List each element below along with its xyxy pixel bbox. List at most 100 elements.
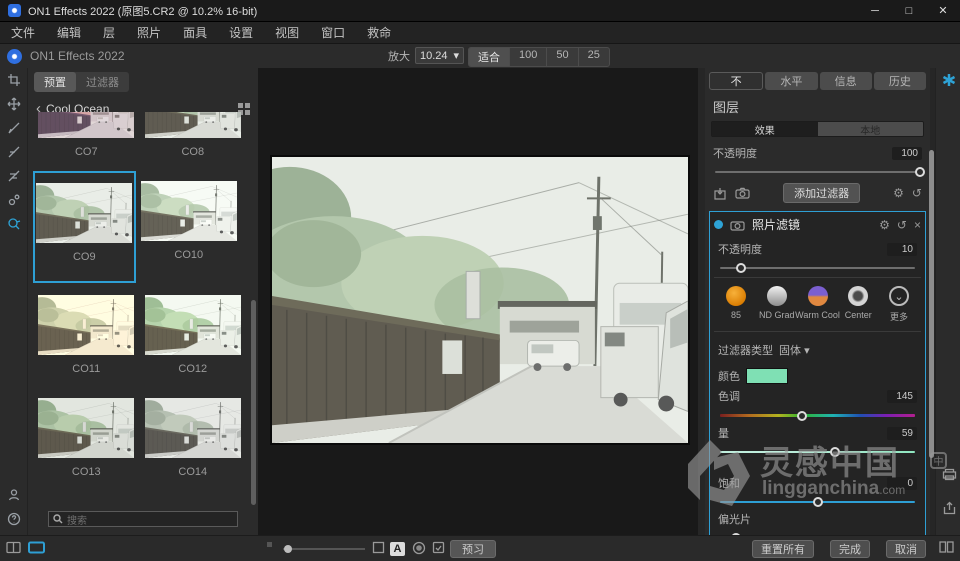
thumb-size-small-icon xyxy=(266,541,273,548)
preset-thumbnail[interactable]: CO13 xyxy=(33,397,140,489)
menu-edit[interactable]: 编辑 xyxy=(46,22,92,44)
filter-opacity-slider[interactable] xyxy=(720,263,915,273)
minimize-button[interactable]: ─ xyxy=(858,0,892,22)
reset-all-button[interactable]: 重置所有 xyxy=(752,540,814,558)
filter-opacity-value[interactable]: 10 xyxy=(887,242,917,256)
brush-tool[interactable] xyxy=(0,116,28,140)
done-button[interactable]: 完成 xyxy=(830,540,870,558)
help-icon[interactable] xyxy=(0,507,28,531)
print-icon[interactable] xyxy=(941,466,957,482)
close-icon[interactable]: × xyxy=(914,219,921,231)
zoom-25-button[interactable]: 25 xyxy=(579,48,609,66)
zoom-presets: 适合 100 50 25 xyxy=(468,47,610,67)
preset-85[interactable]: 85 xyxy=(716,286,756,323)
preset-thumbnail[interactable]: CO12 xyxy=(140,294,247,386)
saturation-slider[interactable] xyxy=(720,497,915,507)
app-header: ON1 Effects 2022 放大 10.24 ▾ 适合 100 50 25 xyxy=(0,44,960,68)
preset-more[interactable]: ⌄ 更多 xyxy=(879,286,919,323)
menu-file[interactable]: 文件 xyxy=(0,22,46,44)
menu-mask[interactable]: 面具 xyxy=(172,22,218,44)
tab-history[interactable]: 历史 xyxy=(873,72,926,90)
menu-settings[interactable]: 设置 xyxy=(218,22,264,44)
tab-levels[interactable]: 水平 xyxy=(765,72,818,90)
undo-icon[interactable]: ↺ xyxy=(912,187,922,199)
left-panel-scrollbar[interactable] xyxy=(251,300,256,505)
zoom-50-button[interactable]: 50 xyxy=(547,48,579,66)
preset-thumbnail[interactable]: CO10 xyxy=(136,181,243,282)
export-icon[interactable] xyxy=(941,500,957,516)
annotation-toggle-icon[interactable]: A xyxy=(390,542,405,556)
filter-type-select[interactable]: 固体 ▾ xyxy=(779,342,810,358)
account-icon[interactable] xyxy=(0,483,28,507)
masking-bug-tool[interactable] xyxy=(0,164,28,188)
single-view-icon[interactable] xyxy=(28,541,45,554)
zoom-100-button[interactable]: 100 xyxy=(510,48,548,66)
thumb-size-slider[interactable] xyxy=(283,545,365,553)
menu-help[interactable]: 救命 xyxy=(356,22,402,44)
hue-value[interactable]: 145 xyxy=(887,389,917,403)
close-button[interactable]: ✕ xyxy=(926,0,960,22)
menu-photo[interactable]: 照片 xyxy=(126,22,172,44)
preset-center[interactable]: Center xyxy=(838,286,878,323)
tab-local[interactable]: 本地 xyxy=(817,122,923,136)
tab-none[interactable]: 不 xyxy=(709,72,764,90)
maximize-button[interactable]: □ xyxy=(892,0,926,22)
tool-column xyxy=(0,68,28,535)
view-tool[interactable] xyxy=(0,212,28,236)
hue-slider[interactable] xyxy=(720,410,915,421)
preview-button[interactable]: 预习 xyxy=(450,540,496,558)
mask-view-icon[interactable] xyxy=(412,541,426,555)
preset-thumbnail[interactable]: CO8 xyxy=(140,112,247,169)
camera-icon[interactable] xyxy=(730,219,745,231)
preset-thumbnail[interactable]: CO7 xyxy=(33,112,140,169)
gear-icon[interactable]: ⚙ xyxy=(879,219,890,231)
cancel-button[interactable]: 取消 xyxy=(886,540,926,558)
photo-filter-pane: 照片滤镜 ⚙ ↺ × 不透明度 10 85 ND Grad Warm Cool … xyxy=(709,211,926,561)
soft-proof-icon[interactable] xyxy=(432,541,445,554)
bottom-bar: A 预习 重置所有 完成 取消 xyxy=(0,535,960,561)
preset-nd-grad[interactable]: ND Grad xyxy=(757,286,797,323)
move-tool[interactable] xyxy=(0,92,28,116)
gear-icon[interactable]: ⚙ xyxy=(893,187,904,199)
tab-effects[interactable]: 效果 xyxy=(712,122,818,136)
menu-layer[interactable]: 层 xyxy=(92,22,126,44)
filter-type-label: 过滤器类型 xyxy=(718,345,773,357)
title-bar: ON1 Effects 2022 (原图5.CR2 @ 10.2% 16-bit… xyxy=(0,0,960,22)
amount-slider[interactable] xyxy=(720,447,915,457)
split-view-icon[interactable] xyxy=(6,541,21,554)
tab-filters[interactable]: 过滤器 xyxy=(76,72,129,92)
amount-label: 量 xyxy=(718,428,729,440)
amount-value[interactable]: 59 xyxy=(887,426,917,440)
saturation-value[interactable]: 0 xyxy=(887,476,917,490)
preset-thumbnail[interactable]: CO14 xyxy=(140,397,247,489)
on1-blue-icon[interactable] xyxy=(941,72,957,88)
right-panel-scrollbar[interactable] xyxy=(929,150,934,458)
menu-window[interactable]: 窗口 xyxy=(310,22,356,44)
filter-enabled-toggle[interactable] xyxy=(714,220,723,229)
zoom-fit-button[interactable]: 适合 xyxy=(469,48,510,66)
masking-brush-tool[interactable] xyxy=(0,140,28,164)
crop-tool[interactable] xyxy=(0,68,28,92)
add-filter-button[interactable]: 添加过滤器 xyxy=(783,183,861,203)
compare-view-icon[interactable] xyxy=(939,541,954,553)
menu-bar: 文件 编辑 层 照片 面具 设置 视图 窗口 救命 xyxy=(0,22,960,44)
save-preset-icon[interactable] xyxy=(713,187,727,200)
camera-icon[interactable] xyxy=(735,187,750,199)
original-view-icon[interactable] xyxy=(372,541,385,554)
preset-85-icon xyxy=(726,286,746,306)
main-photo[interactable] xyxy=(270,155,690,445)
color-swatch[interactable] xyxy=(746,368,788,384)
preset-warm-cool[interactable]: Warm Cool xyxy=(795,286,840,323)
tab-presets[interactable]: 预置 xyxy=(34,72,76,92)
menu-view[interactable]: 视图 xyxy=(264,22,310,44)
preset-thumbnail[interactable]: CO11 xyxy=(33,294,140,386)
search-input[interactable]: 搜索 xyxy=(48,511,238,527)
preset-thumbnail-selected[interactable]: CO9 xyxy=(33,171,136,283)
undo-icon[interactable]: ↺ xyxy=(897,219,907,231)
layer-opacity-value[interactable]: 100 xyxy=(892,146,922,160)
tab-info[interactable]: 信息 xyxy=(819,72,872,90)
refine-tool[interactable] xyxy=(0,188,28,212)
mode-switch: 效果 本地 xyxy=(711,121,924,137)
zoom-select[interactable]: 10.24 ▾ xyxy=(415,47,465,64)
layer-opacity-slider[interactable] xyxy=(715,167,925,177)
